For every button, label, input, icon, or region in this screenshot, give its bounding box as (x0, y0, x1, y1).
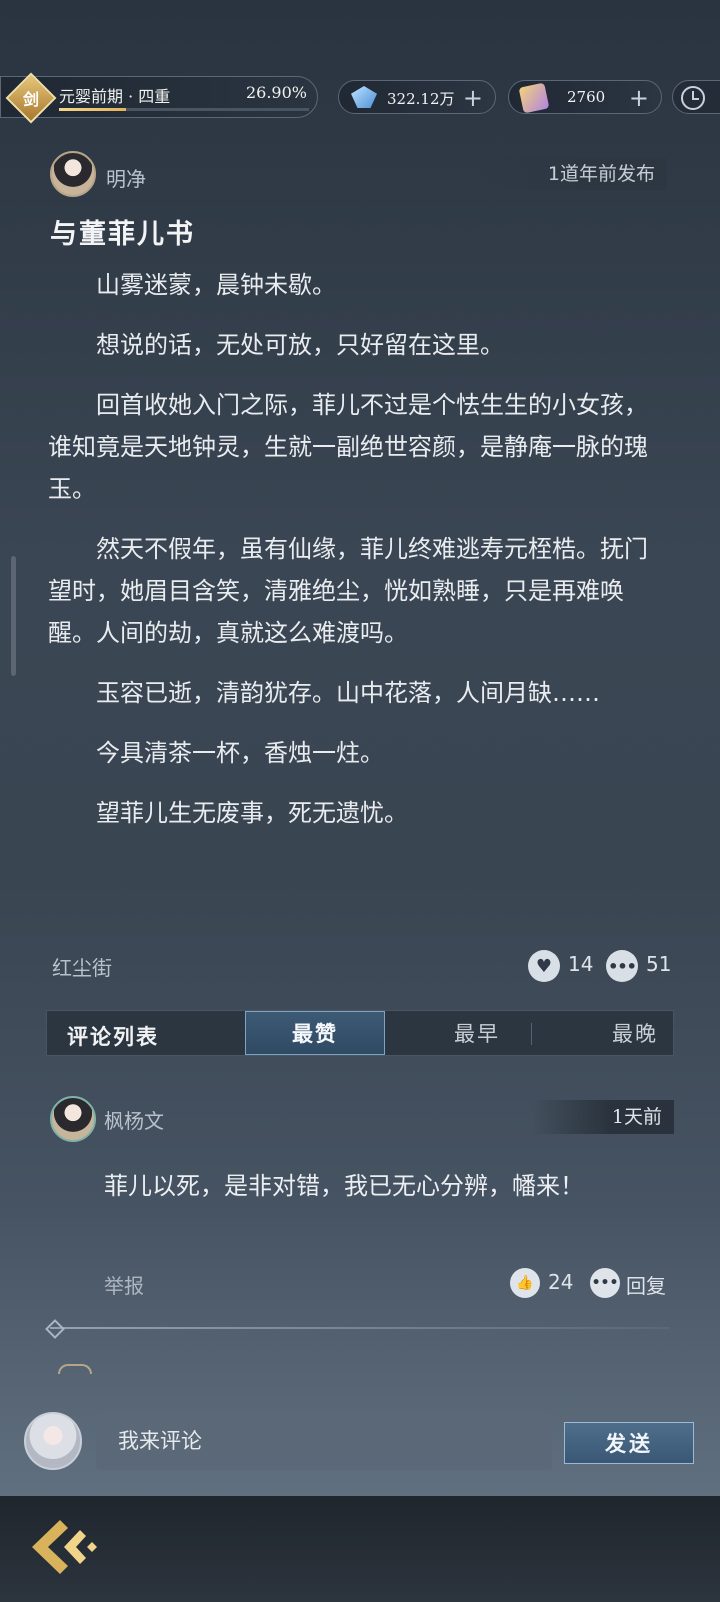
author-name[interactable]: 明净 (106, 163, 146, 192)
post-paragraph: 回首收她入门之际，菲儿不过是个怯生生的小女孩，谁知竟是天地钟灵，生就一副绝世容颜… (48, 391, 648, 503)
my-avatar[interactable] (24, 1412, 82, 1470)
commenter-name[interactable]: 枫杨文 (104, 1105, 164, 1134)
comment-text: 菲儿以死，是非对错，我已无心分辨，幡来！ (104, 1172, 584, 1200)
post-title: 与董菲儿书 (50, 219, 195, 250)
post-paragraph: 然天不假年，虽有仙缘，菲儿终难逃寿元桎梏。抚门望时，她眉目含笑，清雅绝尘，恍如熟… (48, 535, 648, 647)
cultivation-realm-panel[interactable]: 剑 元婴前期 · 四重 26.90% (0, 72, 318, 124)
commenter-avatar[interactable] (50, 1096, 96, 1142)
scrollbar[interactable] (11, 556, 16, 676)
comment-tabs: 评论列表 最赞 最早 最晚 (46, 1010, 674, 1056)
clock-icon (681, 86, 705, 110)
bottom-nav (0, 1496, 720, 1602)
comment-input[interactable] (96, 1412, 552, 1470)
heart-icon[interactable]: ♥ (528, 950, 560, 982)
post-paragraph: 想说的话，无处可放，只好留在这里。 (96, 331, 504, 359)
crystal-icon (351, 86, 377, 108)
sword-badge-icon: 剑 (5, 72, 57, 124)
realm-name: 元婴前期 · 四重 (59, 87, 171, 106)
post-paragraph: 望菲儿生无废事，死无遗忧。 (96, 799, 408, 827)
thumbs-up-icon[interactable]: 👍 (510, 1268, 540, 1298)
author-avatar[interactable] (50, 151, 96, 197)
ticket-amount: 2760 (567, 88, 606, 106)
comment-input-bar: 发送 (0, 1392, 720, 1492)
tab-divider (531, 1023, 532, 1045)
send-button[interactable]: 发送 (564, 1422, 694, 1464)
reply-bubble-icon[interactable]: ••• (590, 1268, 620, 1298)
post-paragraph: 山雾迷蒙，晨钟未歇。 (96, 271, 336, 299)
tab-best[interactable]: 最赞 (245, 1011, 385, 1055)
back-arrow-icon[interactable] (30, 1516, 100, 1578)
tab-latest[interactable]: 最晚 (565, 1011, 705, 1055)
post-location: 红尘街 (52, 956, 112, 980)
comment-like-count: 24 (548, 1270, 574, 1294)
add-gem-button[interactable]: + (463, 84, 483, 112)
comment-time: 1天前 (531, 1100, 674, 1134)
comment-divider (50, 1327, 670, 1329)
post-paragraph: 今具清茶一杯，香烛一炷。 (96, 739, 384, 767)
reply-button[interactable]: 回复 (626, 1270, 666, 1299)
post-footer: 红尘街 ♥ 14 ••• 51 (52, 948, 672, 988)
post-time: 1道年前发布 (477, 158, 667, 190)
comment-count: 51 (646, 952, 672, 976)
gem-amount: 322.12万 (387, 90, 455, 108)
realm-progress-fill (59, 108, 127, 111)
report-button[interactable]: 举报 (104, 1270, 144, 1299)
realm-progress-bar (59, 108, 309, 111)
ticket-currency: 2760 + (508, 80, 662, 114)
post-body: 山雾迷蒙，晨钟未歇。 想说的话，无处可放，只好留在这里。 回首收她入门之际，菲儿… (48, 264, 658, 852)
next-comment-avatar (58, 1364, 92, 1374)
post-paragraph: 玉容已逝，清韵犹存。山中花落，人间月缺…… (96, 679, 600, 707)
realm-progress-percent: 26.90% (245, 83, 307, 102)
comment-list-label: 评论列表 (67, 1024, 159, 1049)
clock-button[interactable] (672, 80, 720, 114)
gem-currency: 322.12万 + (338, 80, 496, 114)
top-status-bar: 剑 元婴前期 · 四重 26.90% 322.12万 + 2760 + (0, 72, 720, 124)
like-count: 14 (568, 952, 594, 976)
add-ticket-button[interactable]: + (629, 84, 649, 112)
comment-bubble-icon[interactable]: ••• (606, 950, 638, 982)
ticket-icon (518, 82, 550, 114)
tab-earliest[interactable]: 最早 (407, 1011, 547, 1055)
